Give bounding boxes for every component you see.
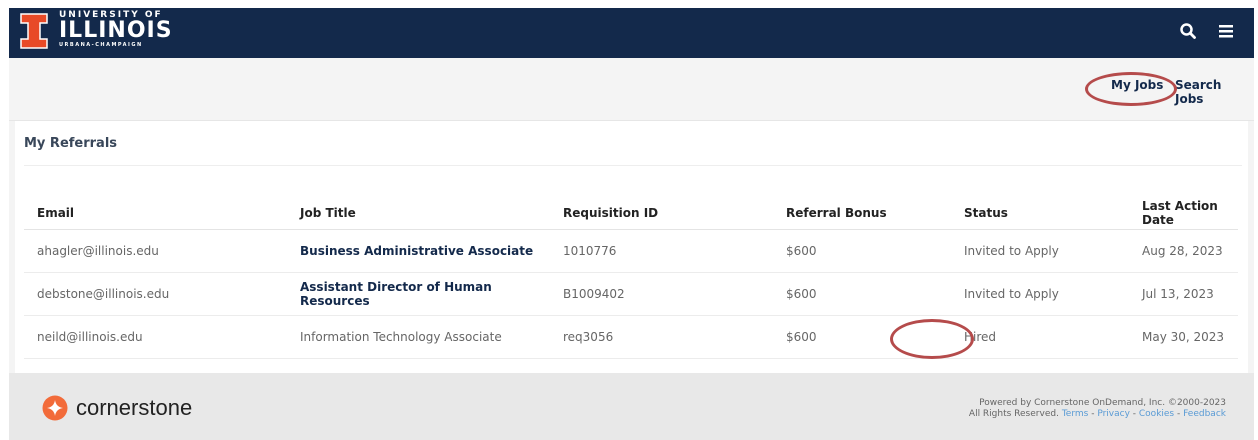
search-jobs-link[interactable]: Search Jobs <box>1175 78 1254 106</box>
footer-links-line: All Rights Reserved. Terms - Privacy - C… <box>969 409 1226 420</box>
column-header-last-action-date[interactable]: Last Action Date <box>1129 197 1238 230</box>
sub-navigation: My Jobs Search Jobs <box>9 58 1254 121</box>
table-header-row: Email Job Title Requisition ID Referral … <box>24 197 1238 230</box>
privacy-link[interactable]: Privacy <box>1097 409 1130 419</box>
logo-line-3: URBANA-CHAMPAIGN <box>59 42 143 48</box>
cell-email: neild@illinois.edu <box>24 315 287 359</box>
table-row: neild@illinois.edu Information Technolog… <box>24 315 1238 359</box>
cell-job-title: Information Technology Associate <box>287 315 550 359</box>
cell-referral-bonus: $600 <box>773 229 951 273</box>
powered-by-text: Powered by Cornerstone OnDemand, Inc. ©2… <box>979 398 1226 408</box>
cell-referral-bonus: $600 <box>773 272 951 316</box>
divider <box>24 165 1242 166</box>
feedback-link[interactable]: Feedback <box>1183 409 1226 419</box>
cell-status: Invited to Apply <box>951 229 1129 273</box>
rights-text: All Rights Reserved. <box>968 409 1059 419</box>
cornerstone-logo[interactable]: cornerstone <box>42 395 192 421</box>
header-actions <box>1180 23 1234 39</box>
cell-referral-bonus: $600 <box>773 315 951 359</box>
cell-requisition-id: B1009402 <box>550 272 773 316</box>
cell-requisition-id: 1010776 <box>550 229 773 273</box>
table-row: ahagler@illinois.edu Business Administra… <box>24 229 1238 273</box>
cell-status: Hired <box>951 315 1129 359</box>
referrals-panel: My Referrals Email Job Title Requisition… <box>15 121 1248 381</box>
link-separator: - <box>1129 409 1139 419</box>
cell-status: Invited to Apply <box>951 272 1129 316</box>
top-header: UNIVERSITY OF ILLINOIS URBANA-CHAMPAIGN <box>9 8 1254 58</box>
cell-job-title-link[interactable]: Business Administrative Associate <box>287 229 550 273</box>
column-header-referral-bonus[interactable]: Referral Bonus <box>773 197 951 230</box>
search-icon[interactable] <box>1180 23 1196 39</box>
cell-last-action-date: Aug 28, 2023 <box>1129 229 1238 273</box>
footer: cornerstone Powered by Cornerstone OnDem… <box>9 373 1254 440</box>
cell-job-title-link[interactable]: Assistant Director of Human Resources <box>287 272 550 316</box>
page-frame: UNIVERSITY OF ILLINOIS URBANA-CHAMPAIGN … <box>9 8 1254 440</box>
footer-legal: Powered by Cornerstone OnDemand, Inc. ©2… <box>969 398 1226 420</box>
cell-last-action-date: Jul 13, 2023 <box>1129 272 1238 316</box>
illinois-wordmark: UNIVERSITY OF ILLINOIS URBANA-CHAMPAIGN <box>59 10 173 49</box>
cell-requisition-id: req3056 <box>550 315 773 359</box>
my-jobs-link[interactable]: My Jobs <box>1111 78 1163 92</box>
link-separator: - <box>1174 409 1184 419</box>
column-header-job-title[interactable]: Job Title <box>287 197 550 230</box>
cornerstone-wordmark: cornerstone <box>76 395 193 420</box>
column-header-status[interactable]: Status <box>951 197 1129 230</box>
referrals-table: Email Job Title Requisition ID Referral … <box>24 197 1238 359</box>
column-header-requisition-id[interactable]: Requisition ID <box>550 197 773 230</box>
cell-email: ahagler@illinois.edu <box>24 229 287 273</box>
cell-last-action-date: May 30, 2023 <box>1129 315 1238 359</box>
table-row: debstone@illinois.edu Assistant Director… <box>24 272 1238 316</box>
cornerstone-mark-icon <box>42 395 68 421</box>
cell-email: debstone@illinois.edu <box>24 272 287 316</box>
cookies-link[interactable]: Cookies <box>1139 409 1174 419</box>
link-separator: - <box>1088 409 1098 419</box>
column-header-email[interactable]: Email <box>24 197 287 230</box>
illinois-block-i-logo[interactable] <box>19 12 49 50</box>
page-title: My Referrals <box>24 136 118 151</box>
logo-line-2: ILLINOIS <box>59 18 173 43</box>
menu-icon[interactable] <box>1218 23 1234 39</box>
terms-link[interactable]: Terms <box>1062 409 1089 419</box>
